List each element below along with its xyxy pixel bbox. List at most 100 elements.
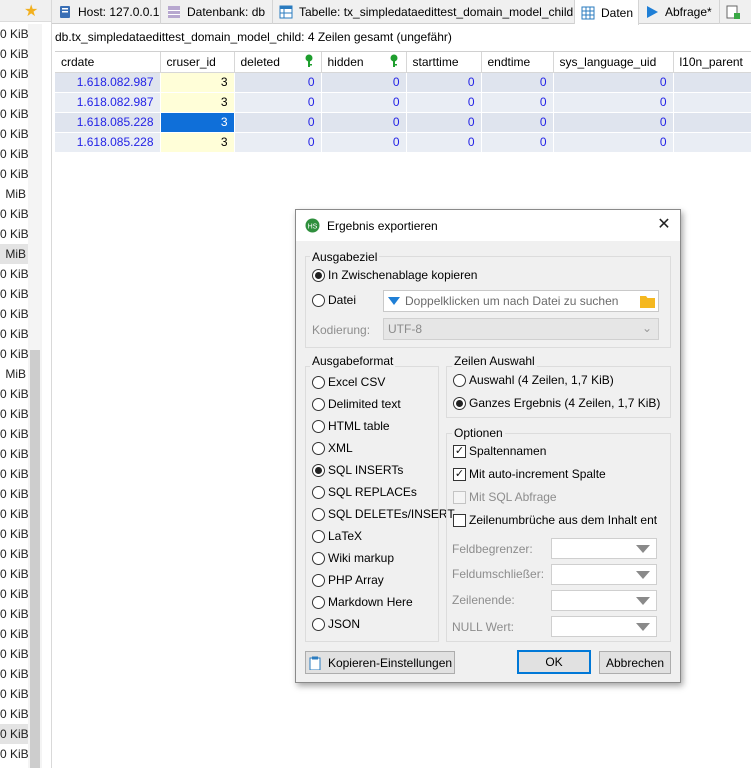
ok-button[interactable]: OK bbox=[517, 650, 591, 674]
dialog-titlebar[interactable]: HS Ergebnis exportieren bbox=[296, 210, 680, 241]
radio-button[interactable] bbox=[312, 595, 325, 609]
table-cell[interactable]: 0 bbox=[234, 72, 322, 93]
checkbox[interactable]: ✓ bbox=[453, 467, 466, 481]
auto-increment-checkbox[interactable]: ✓ Mit auto-increment Spalte bbox=[453, 467, 606, 481]
table-cell[interactable] bbox=[673, 112, 751, 133]
tab-query[interactable]: Abfrage* bbox=[639, 0, 720, 24]
table-size-item[interactable]: 0 KiB bbox=[0, 144, 29, 164]
table-size-item[interactable]: 0 KiB bbox=[0, 104, 29, 124]
format-radio[interactable]: HTML table bbox=[312, 419, 390, 433]
selection-radio[interactable]: Auswahl (4 Zeilen, 1,7 KiB) bbox=[453, 373, 614, 387]
table-cell[interactable] bbox=[673, 72, 751, 93]
clipboard-radio[interactable]: In Zwischenablage kopieren bbox=[312, 268, 477, 282]
table-size-item[interactable]: 0 KiB bbox=[0, 324, 29, 344]
radio-button[interactable] bbox=[312, 397, 325, 411]
encoding-select[interactable]: UTF-8 ⌄ bbox=[383, 318, 659, 340]
tab-table[interactable]: Tabelle: tx_simpledataedittest_domain_mo… bbox=[273, 0, 575, 24]
table-size-item[interactable]: 0 KiB bbox=[0, 584, 29, 604]
folder-icon[interactable] bbox=[640, 294, 655, 308]
column-names-checkbox[interactable]: ✓ Spaltennamen bbox=[453, 444, 546, 458]
tab-database[interactable]: Datenbank: db bbox=[161, 0, 273, 24]
cancel-button[interactable]: Abbrechen bbox=[599, 651, 671, 674]
format-radio[interactable]: SQL REPLACEs bbox=[312, 485, 417, 499]
tab-host[interactable]: Host: 127.0.0.1 bbox=[52, 0, 161, 24]
star-icon[interactable]: ★ bbox=[24, 1, 38, 21]
table-row[interactable]: 1.618.085.228 3 0 0 0 0 0 bbox=[55, 112, 751, 133]
table-size-item[interactable]: 0 KiB bbox=[0, 164, 29, 184]
table-cell[interactable]: 0 bbox=[481, 72, 554, 93]
table-cell[interactable]: 0 bbox=[406, 72, 482, 93]
radio-button[interactable] bbox=[453, 396, 466, 410]
table-cell[interactable]: 0 bbox=[553, 72, 674, 93]
null-value-select[interactable] bbox=[551, 616, 657, 637]
table-size-item[interactable]: 0 KiB bbox=[0, 484, 29, 504]
column-header[interactable]: cruser_id bbox=[160, 52, 235, 73]
table-size-item[interactable]: 0 KiB bbox=[0, 464, 29, 484]
table-size-item[interactable]: 0 KiB bbox=[0, 84, 29, 104]
sidebar-scroll-thumb[interactable] bbox=[30, 350, 40, 768]
table-size-item[interactable]: 0 KiB bbox=[0, 724, 29, 744]
table-size-item[interactable]: 0 KiB bbox=[0, 24, 29, 44]
table-size-item[interactable]: 0 KiB bbox=[0, 204, 29, 224]
table-cell[interactable] bbox=[673, 132, 751, 153]
table-cell[interactable]: 0 bbox=[481, 132, 554, 153]
table-size-item[interactable]: 0 KiB bbox=[0, 704, 29, 724]
table-cell[interactable]: 0 bbox=[321, 72, 407, 93]
checkbox[interactable] bbox=[453, 490, 466, 504]
table-cell[interactable]: 0 bbox=[481, 112, 554, 133]
format-radio[interactable]: Wiki markup bbox=[312, 551, 394, 565]
table-cell[interactable]: 1.618.082.987 bbox=[55, 72, 161, 93]
table-size-item[interactable]: 0 KiB bbox=[0, 304, 29, 324]
tab-data[interactable]: Daten bbox=[575, 0, 639, 25]
table-size-item[interactable]: 0 KiB bbox=[0, 444, 29, 464]
table-cell[interactable]: 0 bbox=[321, 132, 407, 153]
table-size-item[interactable]: MiB bbox=[0, 364, 28, 384]
column-header[interactable]: sys_language_uid bbox=[553, 52, 674, 73]
table-cell[interactable]: 3 bbox=[160, 72, 235, 93]
table-size-item[interactable]: 0 KiB bbox=[0, 524, 29, 544]
radio-button[interactable] bbox=[312, 293, 325, 307]
table-size-item[interactable]: 0 KiB bbox=[0, 44, 29, 64]
format-radio[interactable]: LaTeX bbox=[312, 529, 362, 543]
table-cell[interactable]: 1.618.085.228 bbox=[55, 132, 161, 153]
table-cell[interactable]: 0 bbox=[553, 92, 674, 113]
column-header[interactable]: hidden bbox=[321, 52, 407, 73]
radio-button[interactable] bbox=[312, 268, 325, 282]
radio-button[interactable] bbox=[312, 529, 325, 543]
format-radio[interactable]: Markdown Here bbox=[312, 595, 413, 609]
table-size-item[interactable]: 0 KiB bbox=[0, 624, 29, 644]
table-size-item[interactable]: 0 KiB bbox=[0, 744, 29, 764]
remove-linebreaks-checkbox[interactable]: Zeilenumbrüche aus dem Inhalt ent bbox=[453, 513, 657, 527]
format-radio[interactable]: Excel CSV bbox=[312, 375, 385, 389]
table-size-item[interactable]: 0 KiB bbox=[0, 284, 29, 304]
table-cell[interactable]: 3 bbox=[160, 112, 235, 133]
format-radio[interactable]: SQL INSERTs bbox=[312, 463, 403, 477]
column-header[interactable]: deleted bbox=[234, 52, 322, 73]
table-size-item[interactable]: 0 KiB bbox=[0, 384, 29, 404]
table-size-item[interactable]: 0 KiB bbox=[0, 424, 29, 444]
format-radio[interactable]: XML bbox=[312, 441, 353, 455]
table-cell[interactable]: 0 bbox=[553, 132, 674, 153]
format-radio[interactable]: JSON bbox=[312, 617, 360, 631]
radio-button[interactable] bbox=[312, 441, 325, 455]
field-enclosure-select[interactable] bbox=[551, 564, 657, 585]
table-cell[interactable]: 0 bbox=[406, 112, 482, 133]
table-cell[interactable]: 0 bbox=[406, 132, 482, 153]
table-cell[interactable]: 1.618.082.987 bbox=[55, 92, 161, 113]
radio-button[interactable] bbox=[312, 507, 325, 521]
field-delimiter-select[interactable] bbox=[551, 538, 657, 559]
format-radio[interactable]: SQL DELETEs/INSERT bbox=[312, 507, 455, 521]
table-cell[interactable]: 0 bbox=[321, 92, 407, 113]
table-cell[interactable]: 0 bbox=[481, 92, 554, 113]
table-size-item[interactable]: 0 KiB bbox=[0, 264, 29, 284]
table-row[interactable]: 1.618.082.987 3 0 0 0 0 0 bbox=[55, 92, 751, 113]
table-row[interactable]: 1.618.085.228 3 0 0 0 0 0 bbox=[55, 132, 751, 153]
favorites-tab[interactable]: ★ bbox=[0, 0, 51, 22]
table-cell[interactable]: 0 bbox=[321, 112, 407, 133]
column-header[interactable]: crdate bbox=[55, 52, 161, 73]
table-cell[interactable]: 0 bbox=[234, 132, 322, 153]
file-path-input[interactable]: Doppelklicken um nach Datei zu suchen bbox=[383, 290, 659, 312]
close-icon[interactable]: ✕ bbox=[656, 217, 672, 233]
sql-query-checkbox[interactable]: Mit SQL Abfrage bbox=[453, 490, 557, 504]
dropdown-arrow-icon[interactable] bbox=[388, 297, 400, 305]
